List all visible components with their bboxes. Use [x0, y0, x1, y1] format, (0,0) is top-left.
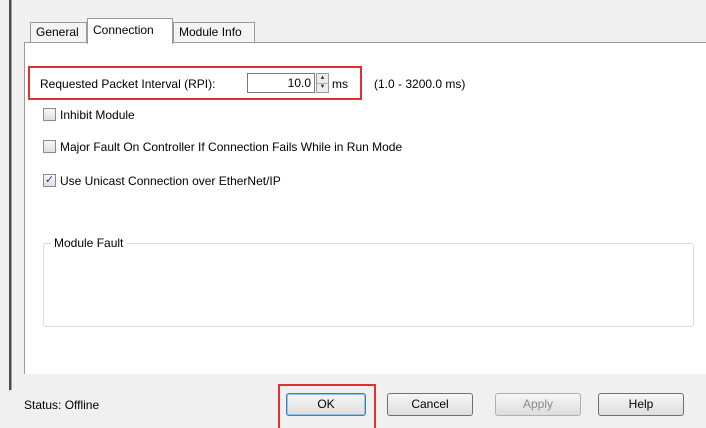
module-fault-group — [43, 243, 694, 327]
tab-connection[interactable]: Connection — [87, 18, 173, 44]
cancel-button[interactable]: Cancel — [387, 393, 473, 416]
ok-highlight-box — [278, 384, 376, 428]
help-button[interactable]: Help — [598, 393, 684, 416]
module-properties-dialog: General Connection Module Info Requested… — [0, 0, 706, 428]
status-text: Status: Offline — [24, 398, 100, 412]
unicast-checkbox[interactable]: ✓ — [43, 174, 56, 187]
tab-module-info[interactable]: Module Info — [173, 22, 255, 42]
module-fault-legend: Module Fault — [51, 236, 127, 250]
inhibit-module-label: Inhibit Module — [60, 108, 135, 122]
left-border-highlight — [11, 0, 12, 390]
major-fault-checkbox[interactable] — [43, 140, 56, 153]
apply-button[interactable]: Apply — [495, 393, 581, 416]
inhibit-module-checkbox[interactable] — [43, 108, 56, 121]
rpi-highlight-box — [28, 66, 362, 100]
unicast-label: Use Unicast Connection over EtherNet/IP — [60, 174, 281, 188]
major-fault-label: Major Fault On Controller If Connection … — [60, 140, 403, 154]
rpi-range: (1.0 - 3200.0 ms) — [374, 77, 466, 91]
tab-general[interactable]: General — [30, 22, 87, 42]
